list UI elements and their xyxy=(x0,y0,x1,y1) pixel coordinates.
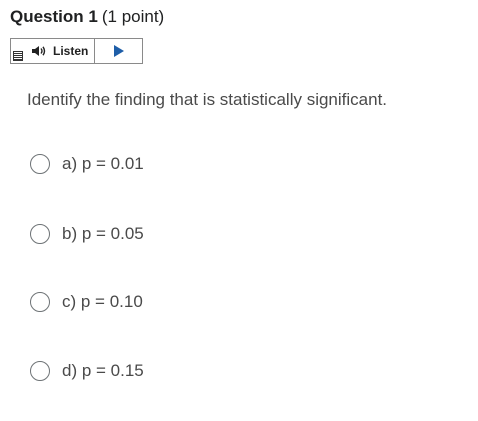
answer-option-b[interactable]: b) p = 0.05 xyxy=(30,221,144,247)
option-label-b: b) p = 0.05 xyxy=(62,224,144,243)
radio-button-c[interactable] xyxy=(30,292,50,312)
radio-button-d[interactable] xyxy=(30,361,50,381)
question-text: Identify the finding that is statistical… xyxy=(27,90,388,109)
question-header: Question 1 (1 point) xyxy=(10,6,164,28)
answer-option-d[interactable]: d) p = 0.15 xyxy=(30,358,144,384)
answer-option-a[interactable]: a) p = 0.01 xyxy=(30,151,144,177)
listen-menu-button[interactable] xyxy=(11,39,27,63)
quiz-page: Question 1 (1 point) Listen Identify the … xyxy=(0,0,478,421)
radio-button-a[interactable] xyxy=(30,154,50,174)
question-points: (1 point) xyxy=(101,7,165,26)
play-button[interactable] xyxy=(95,39,142,63)
option-label-a: a) p = 0.01 xyxy=(62,154,144,173)
speaker-icon xyxy=(32,46,46,56)
radio-button-b[interactable] xyxy=(30,224,50,244)
answer-option-c[interactable]: c) p = 0.10 xyxy=(30,289,143,315)
play-icon xyxy=(113,45,124,57)
option-label-d: d) p = 0.15 xyxy=(62,361,144,380)
listen-label: Listen xyxy=(53,44,89,58)
menu-icon xyxy=(13,51,23,61)
option-label-c: c) p = 0.10 xyxy=(62,292,143,311)
listen-button[interactable]: Listen xyxy=(27,39,96,63)
question-title: Question 1 xyxy=(10,7,98,26)
listen-toolbar: Listen xyxy=(10,38,143,64)
